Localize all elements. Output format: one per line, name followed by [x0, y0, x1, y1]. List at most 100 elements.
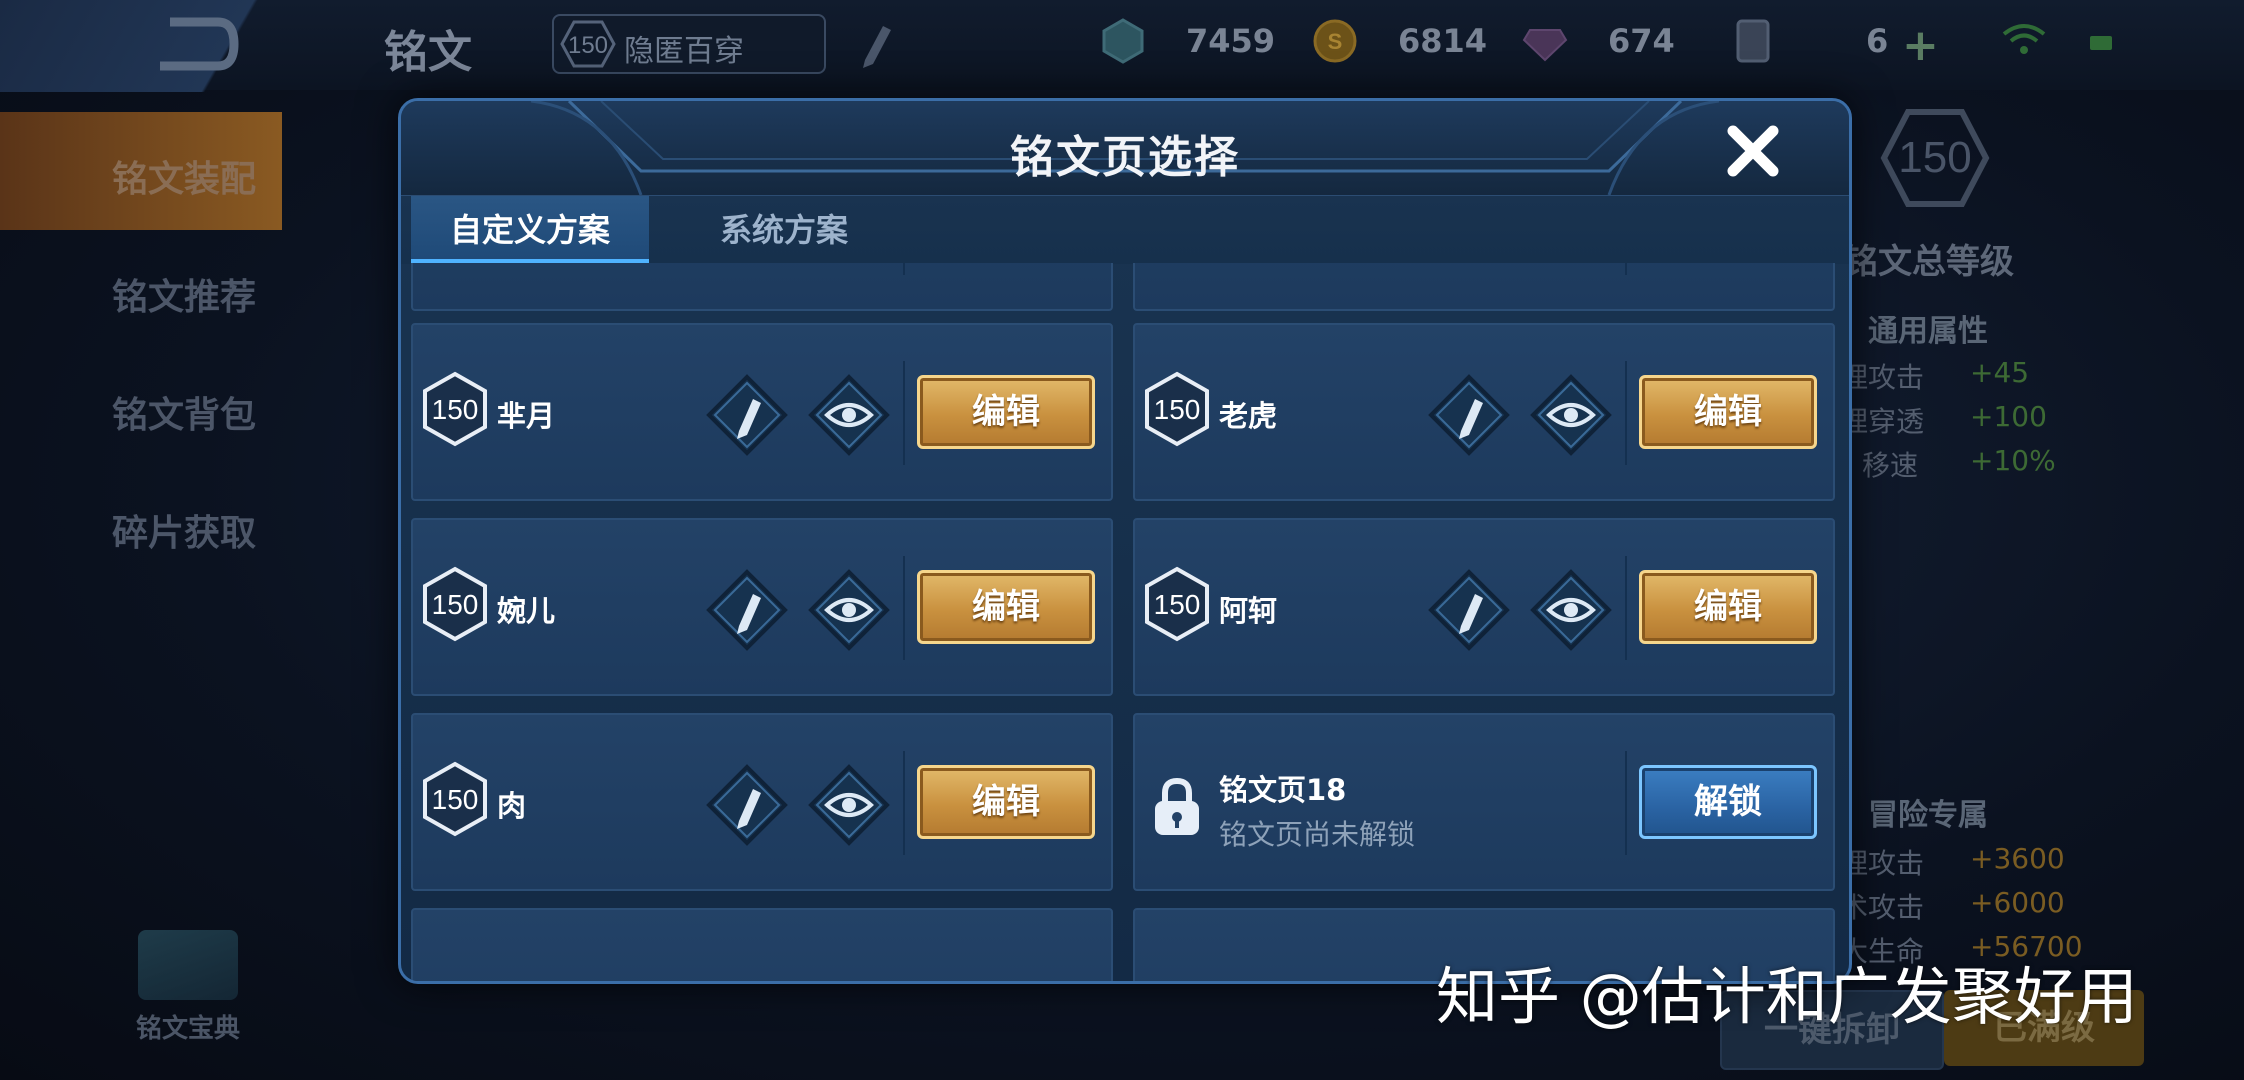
wifi-icon [2002, 24, 2046, 54]
card-divider [903, 263, 905, 275]
modal-tabs: 自定义方案 系统方案 [401, 195, 1849, 264]
level-hex-icon: 150 [1145, 371, 1209, 447]
list-item-partial [1133, 263, 1835, 311]
side-nav-label: 铭文装配 [112, 159, 257, 200]
book-icon [138, 930, 238, 1000]
rune-page-list[interactable]: 150 芈月 编辑 150 老虎 编辑 150 婉儿 编辑 150 阿轲 编辑 … [401, 263, 1849, 981]
rename-pencil-icon[interactable] [705, 568, 789, 652]
attr-name: 理攻击 [1840, 361, 1925, 394]
page-name: 肉 [497, 789, 527, 823]
edit-button[interactable]: 编辑 [1639, 570, 1817, 644]
card-divider [1625, 263, 1627, 275]
svg-text:150: 150 [432, 394, 479, 425]
card-divider [1625, 556, 1627, 660]
card-divider [1625, 751, 1627, 855]
svg-text:S: S [1328, 29, 1343, 54]
tab-custom[interactable]: 自定义方案 [411, 196, 649, 264]
rename-pencil-icon[interactable] [855, 20, 895, 70]
close-icon[interactable] [1723, 121, 1783, 181]
preview-eye-icon[interactable] [1529, 568, 1613, 652]
page-name: 老虎 [1219, 399, 1278, 433]
side-nav: 铭文装配 铭文推荐 铭文背包 碎片获取 [0, 112, 282, 584]
crystal-count: 7459 [1186, 22, 1276, 60]
locked-page-status: 铭文页尚未解锁 [1219, 818, 1416, 851]
svg-text:150: 150 [432, 784, 479, 815]
top-bar: 铭文 150 隐匿百穿 7459 S 6814 674 6 + [0, 0, 2244, 92]
attr-value: +6000 [1970, 886, 2065, 919]
attr-value: +3600 [1970, 842, 2065, 875]
list-item: 150 芈月 编辑 [411, 323, 1113, 501]
edit-button[interactable]: 编辑 [917, 375, 1095, 449]
side-nav-label: 铭文背包 [112, 395, 257, 436]
list-item: 150 老虎 编辑 [1133, 323, 1835, 501]
current-page-name: 隐匿百穿 [624, 34, 744, 69]
rename-pencil-icon[interactable] [1427, 568, 1511, 652]
attr-name: 移速 [1862, 449, 1919, 482]
side-nav-label: 碎片获取 [112, 513, 257, 554]
list-item-partial [411, 908, 1113, 981]
card-count: 6 [1866, 22, 1889, 60]
current-page-level: 150 [568, 32, 608, 59]
side-nav-label: 铭文推荐 [112, 277, 257, 318]
codex-label: 铭文宝典 [135, 1014, 240, 1044]
unlock-button[interactable]: 解锁 [1639, 765, 1817, 839]
preview-eye-icon[interactable] [807, 568, 891, 652]
list-item: 150 阿轲 编辑 [1133, 518, 1835, 696]
battery-icon [2090, 36, 2112, 50]
page-name: 阿轲 [1219, 594, 1278, 628]
attr-name: 理攻击 [1840, 847, 1925, 880]
locked-page-name: 铭文页18 [1219, 773, 1347, 807]
page-name: 芈月 [497, 399, 556, 433]
rename-pencil-icon[interactable] [705, 763, 789, 847]
card-divider [903, 361, 905, 465]
svg-text:150: 150 [1154, 589, 1201, 620]
edit-button[interactable]: 编辑 [917, 765, 1095, 839]
card-icon [1736, 19, 1770, 63]
modal-header: 铭文页选择 [401, 101, 1849, 195]
side-nav-item-equip[interactable]: 铭文装配 [0, 112, 282, 230]
attr-name: 理穿透 [1840, 405, 1925, 438]
edit-button[interactable]: 编辑 [917, 570, 1095, 644]
attr-value: +45 [1970, 356, 2030, 389]
list-item: 150 肉 编辑 [411, 713, 1113, 891]
current-page-selector[interactable]: 150 隐匿百穿 [552, 14, 826, 74]
level-hex-icon: 150 [423, 371, 487, 447]
level-hex-icon: 150 [560, 20, 616, 68]
level-hex-icon: 150 [423, 761, 487, 837]
attr-value: +10% [1970, 444, 2056, 477]
back-button[interactable] [0, 0, 310, 92]
common-attrs-title: 通用属性 [1868, 314, 1988, 349]
list-item-partial [411, 263, 1113, 311]
watermark: 知乎 @估计和广发聚好用 [1436, 960, 2138, 1033]
lock-icon [1155, 777, 1199, 835]
stats-panel: 150 铭文总等级 通用属性 理攻击 +45 理穿透 +100 移速 +10% 冒险专… [1840, 100, 2244, 1080]
side-nav-item-recommend[interactable]: 铭文推荐 [0, 230, 282, 348]
list-item-locked: 铭文页18 铭文页尚未解锁 解锁 [1133, 713, 1835, 891]
modal-title: 铭文页选择 [1010, 132, 1240, 183]
codex-button[interactable]: 铭文宝典 [128, 930, 248, 1045]
rename-pencil-icon[interactable] [705, 373, 789, 457]
preview-eye-icon[interactable] [807, 373, 891, 457]
svg-text:150: 150 [1154, 394, 1201, 425]
crystal-icon [1102, 18, 1144, 64]
gold-coin-icon: S [1313, 19, 1357, 63]
page-name: 婉儿 [497, 594, 556, 628]
rename-pencil-icon[interactable] [1427, 373, 1511, 457]
gold-count: 6814 [1398, 22, 1488, 60]
purple-gem-icon [1522, 29, 1568, 62]
svg-text:150: 150 [432, 589, 479, 620]
attr-value: +100 [1970, 400, 2047, 433]
adventure-attrs-title: 冒险专属 [1868, 798, 1988, 833]
card-divider [1625, 361, 1627, 465]
tab-system[interactable]: 系统方案 [659, 196, 909, 264]
total-level-hex: 150 [1880, 109, 1990, 207]
side-nav-item-bag[interactable]: 铭文背包 [0, 348, 282, 466]
page-title: 铭文 [384, 27, 472, 78]
add-resource-icon[interactable]: + [1902, 20, 1939, 71]
side-nav-item-fragments[interactable]: 碎片获取 [0, 466, 282, 584]
preview-eye-icon[interactable] [807, 763, 891, 847]
preview-eye-icon[interactable] [1529, 373, 1613, 457]
edit-button[interactable]: 编辑 [1639, 375, 1817, 449]
level-hex-icon: 150 [423, 566, 487, 642]
total-level-label: 铭文总等级 [1844, 242, 2014, 282]
